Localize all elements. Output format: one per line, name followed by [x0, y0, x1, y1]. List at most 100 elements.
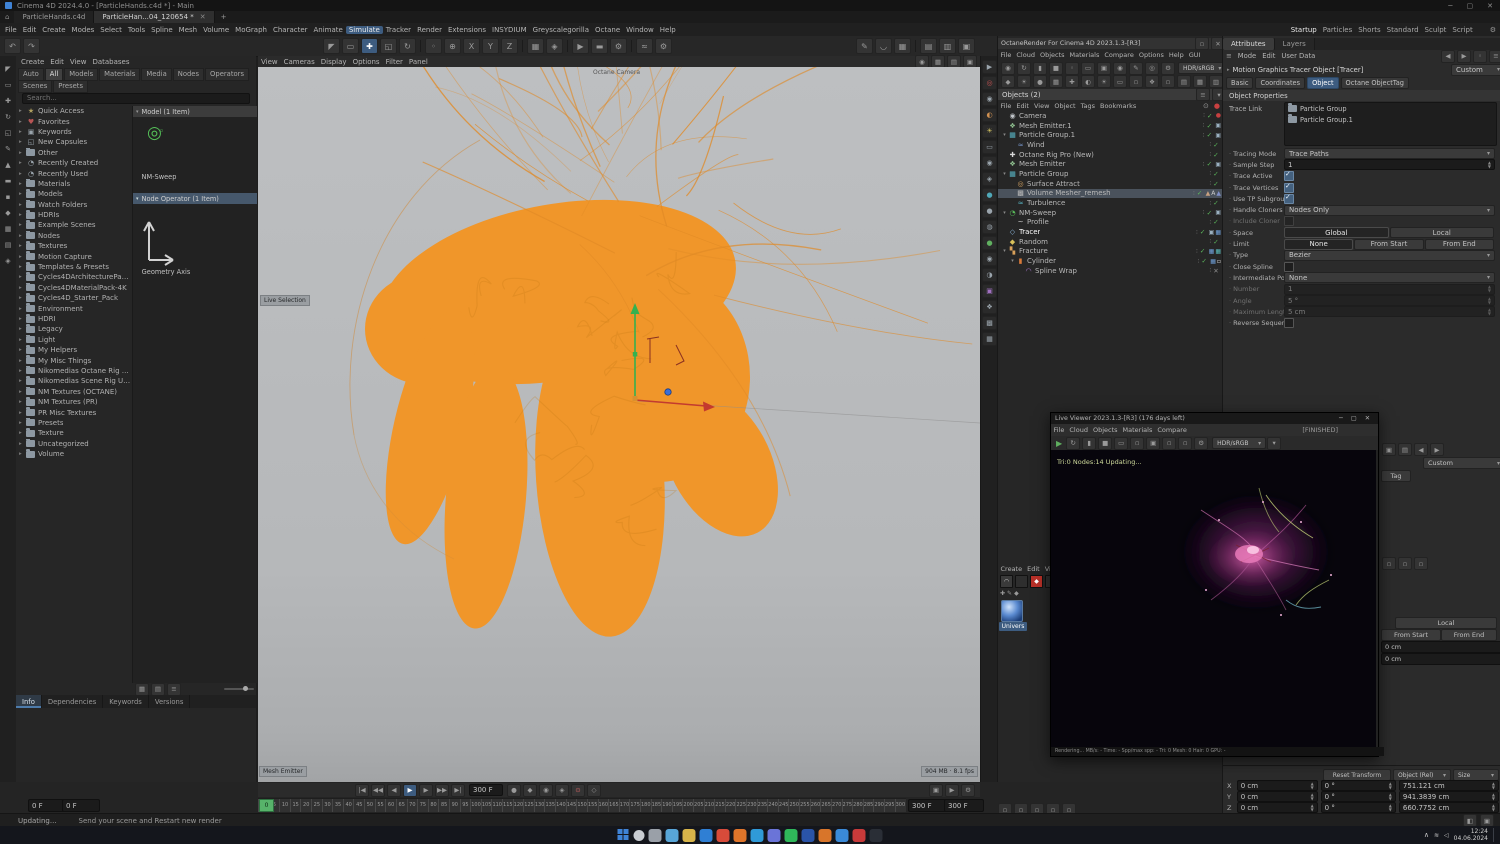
forward-icon[interactable]: ▶ [1457, 49, 1471, 63]
taskbar-firefox-icon[interactable] [733, 828, 747, 842]
expand-icon[interactable]: ▾ [1009, 258, 1016, 264]
menu-item[interactable]: Animate [311, 26, 346, 34]
layout-item[interactable]: Startup [1288, 26, 1320, 34]
menu-item[interactable]: Spline [148, 26, 176, 34]
taskbar-spotify-icon[interactable] [784, 828, 798, 842]
intermediate-points-select[interactable]: None [1284, 272, 1495, 284]
type-select[interactable]: Bezier [1284, 249, 1495, 261]
asset-tree-item[interactable]: ▸ Templates & Presets [16, 261, 132, 272]
object-menu-item[interactable]: File [998, 102, 1014, 110]
object-name[interactable]: Camera [1019, 112, 1046, 120]
pick-focus-icon[interactable]: ◎ [1145, 61, 1159, 75]
object-row[interactable]: ◎ Surface Attract ∶ ✓ [998, 179, 1223, 189]
object-name[interactable]: NM-Sweep [1019, 209, 1056, 217]
cursor-icon[interactable]: ◤ [323, 38, 340, 54]
menu-item[interactable]: Mesh [176, 26, 200, 34]
layout-a-icon[interactable]: ▤ [920, 38, 937, 54]
enabled-check-icon[interactable]: ✓ [1204, 209, 1214, 217]
asset-tab[interactable]: Materials [99, 67, 141, 81]
range-end-field[interactable]: 300 F [908, 799, 948, 812]
asset-tab[interactable]: Media [141, 67, 172, 81]
graph-editor-icon[interactable]: ▤ [1177, 75, 1191, 88]
options-icon[interactable]: ⚙ [961, 783, 975, 797]
asset-tree-item[interactable]: ▸ Nodes [16, 230, 132, 241]
record-scale-icon[interactable]: ◆ [523, 783, 537, 797]
asset-tab[interactable]: Operators [205, 67, 249, 81]
asset-tree-item[interactable]: ▸ My Helpers [16, 344, 132, 355]
menu-item[interactable]: Simulate [345, 25, 383, 34]
minimize-button[interactable]: ─ [1335, 415, 1347, 422]
asset-tree-item[interactable]: ▸ Uncategorized [16, 438, 132, 449]
menu-item[interactable]: Help [657, 26, 679, 34]
taskbar-search-icon[interactable] [633, 829, 645, 841]
search-icon[interactable]: ⊙ [1201, 102, 1211, 110]
bucket-icon[interactable]: ▣ [1097, 61, 1111, 75]
asset-tree-item[interactable]: ▸ Environment [16, 303, 132, 313]
chevron-right-icon[interactable]: ▸ [19, 202, 26, 208]
live-viewer-menu-item[interactable]: Cloud [1067, 426, 1091, 434]
asset-tree-item[interactable]: ▸ Other [16, 147, 132, 158]
asset-tree-item[interactable]: ▸ Cycles4D_Starter_Pack [16, 293, 132, 303]
show-desktop-button[interactable] [1493, 828, 1496, 842]
object-menu-item[interactable]: Object [1052, 102, 1078, 110]
teal-tag-icon[interactable]: ▦ [1215, 248, 1221, 255]
octane-camera-icon[interactable]: ◉ [982, 92, 997, 106]
live-selection-icon[interactable]: ◤ [1, 62, 15, 75]
layout-settings-icon[interactable]: ⚙ [1490, 26, 1496, 34]
chevron-right-icon[interactable]: ▸ [19, 212, 26, 218]
live-viewer-icon[interactable]: ▶ [982, 60, 997, 74]
axis-z-icon[interactable]: Z [501, 38, 518, 54]
rectangle-selection-icon[interactable]: ▭ [1, 78, 15, 91]
object-name[interactable]: Fracture [1019, 247, 1048, 255]
tracing-mode-select[interactable]: Trace Paths [1284, 148, 1495, 160]
taskbar-photoshop-icon[interactable] [801, 828, 815, 842]
asset-group-header[interactable]: ▾ Model (1 Item) [133, 106, 257, 117]
enabled-check-icon[interactable]: ✓ [1211, 180, 1221, 188]
current-frame-marker[interactable]: 0 [259, 799, 274, 812]
chevron-right-icon[interactable]: ▸ [19, 274, 26, 280]
option-icon[interactable]: ▫ [1382, 557, 1396, 570]
preset-select[interactable]: Custom [1451, 63, 1500, 76]
rotate-tool-icon[interactable]: ↻ [1, 110, 15, 123]
octane-menu-item[interactable]: Compare [1102, 51, 1137, 59]
chevron-right-icon[interactable]: ▸ [19, 254, 26, 260]
daylight-icon[interactable]: ☀ [1097, 75, 1111, 88]
object-name[interactable]: Volume Mesher_remesh [1027, 189, 1111, 197]
trace-vertices-checkbox[interactable] [1284, 182, 1294, 193]
object-name[interactable]: Tracer [1019, 228, 1040, 236]
layout-b-icon[interactable]: ▥ [939, 38, 956, 54]
chevron-right-icon[interactable]: ▸ [19, 399, 26, 405]
enabled-check-icon[interactable]: ✓ [1204, 160, 1214, 168]
stop-icon[interactable]: ■ [1049, 61, 1063, 75]
search-input[interactable] [22, 92, 250, 104]
asset-tree-item[interactable]: ▸ NM Textures (OCTANE) [16, 386, 132, 397]
material-thumb[interactable] [1015, 575, 1028, 588]
x-position-field[interactable]: 0 cm ▲ ▼ [1236, 780, 1318, 791]
object-menu-item[interactable]: Edit [1014, 102, 1032, 110]
sample-step-field[interactable]: 1 ▲ ▼ [1284, 159, 1495, 171]
menu-item[interactable]: File [2, 26, 20, 34]
expand-icon[interactable]: ▾ [1001, 132, 1008, 138]
asset-item-caption[interactable]: NM-Sweep [133, 173, 185, 181]
object-row[interactable]: ▾ ▦ Particle Group.1 ∶ ✓ ▣ [998, 130, 1223, 140]
object-name[interactable]: Wind [1027, 141, 1045, 149]
glossy-material-icon[interactable]: ● [982, 204, 997, 218]
menu-item[interactable]: Create [39, 26, 68, 34]
chevron-right-icon[interactable]: ▸ [19, 337, 26, 343]
trace-link-list[interactable]: Particle Group Particle Group.1 [1284, 102, 1497, 146]
maximize-button[interactable]: ▢ [1347, 415, 1361, 422]
asset-bottom-tab[interactable]: Dependencies [42, 695, 104, 708]
menu-item[interactable]: Tracker [383, 26, 414, 34]
object-row[interactable]: ◆ Random ∶ ✓ [998, 237, 1223, 247]
snap-settings-icon[interactable]: ◈ [1, 254, 15, 267]
taskbar-edge-icon[interactable] [699, 828, 713, 842]
edge-mode-icon[interactable]: ▬ [1, 174, 15, 187]
attributes-tab[interactable]: Attributes [1223, 38, 1275, 50]
expand-icon[interactable]: ▾ [1001, 248, 1008, 254]
enabled-check-icon[interactable]: ✓ [1198, 228, 1208, 236]
play-icon[interactable]: ▶ [403, 783, 417, 797]
asset-tree-item[interactable]: ▸ Light [16, 334, 132, 345]
arealight-icon[interactable]: ▭ [1113, 75, 1127, 88]
material-thumb[interactable]: ◠ [1000, 575, 1013, 588]
refresh-icon[interactable]: ↻ [1017, 61, 1031, 75]
